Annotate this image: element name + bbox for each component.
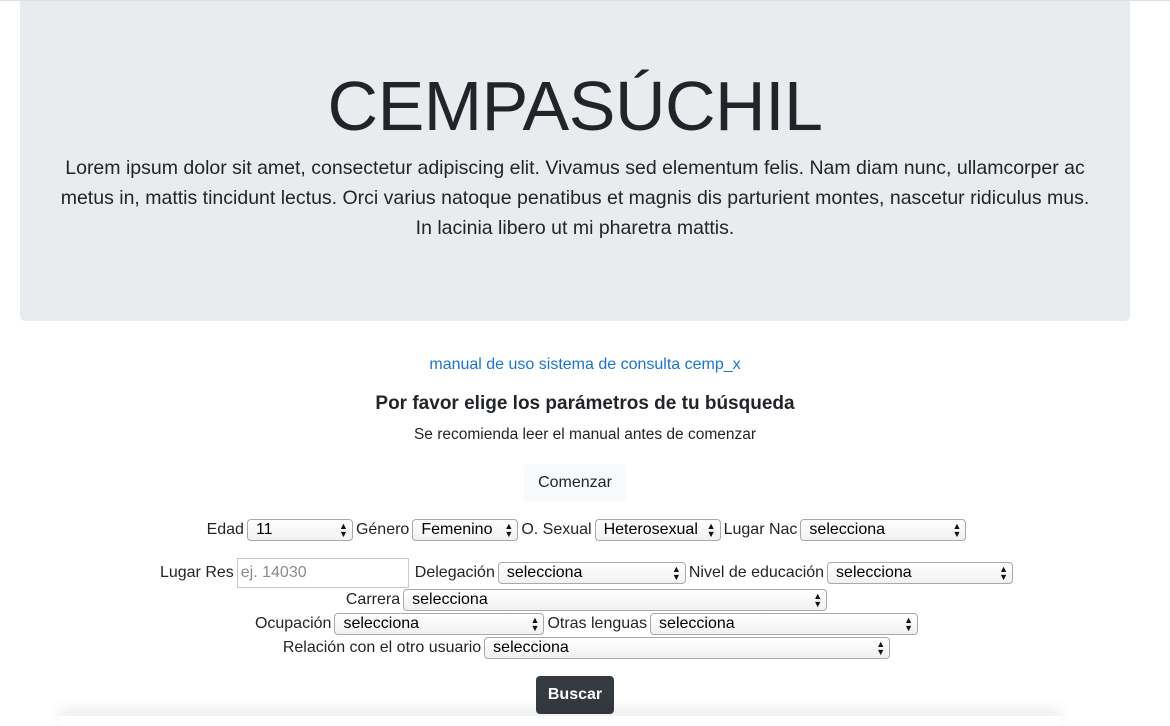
search-params-heading: Por favor elige los parámetros de tu bús… <box>375 393 795 414</box>
edad-label: Edad <box>206 521 244 538</box>
select-arrows-icon: ▲ ▼ <box>706 521 716 539</box>
hero-banner: CEMPASÚCHIL Lorem ipsum dolor sit amet, … <box>20 1 1130 321</box>
delegacion-select[interactable]: selecciona ▲ ▼ <box>497 562 686 584</box>
footer-shadow <box>60 716 1060 726</box>
delegacion-label: Delegación <box>414 564 495 581</box>
carrera-value: selecciona <box>412 591 488 608</box>
page-title: CEMPASÚCHIL <box>327 67 823 145</box>
genero-value: Femenino <box>421 521 493 538</box>
lugar-nac-select[interactable]: selecciona ▲ ▼ <box>800 519 967 541</box>
orientacion-value: Heterosexual <box>603 521 698 538</box>
filter-row-2: Lugar Res Delegación selecciona ▲▼ Nivel… <box>0 558 1170 588</box>
carrera-label: Carrera <box>345 591 401 608</box>
select-arrows-icon: ▲ ▼ <box>530 615 540 633</box>
ocupacion-select[interactable]: selecciona ▲ ▼ <box>334 613 545 635</box>
otras-lenguas-value: selecciona <box>659 615 735 632</box>
ocupacion-value: selecciona <box>343 615 420 632</box>
manual-link[interactable]: manual de uso sistema de consulta cemp_x <box>0 356 1170 374</box>
relacion-label: Relación con el otro usuario <box>282 639 482 656</box>
filter-row-4: Ocupación selecciona ▲ ▼ Otras lenguas se… <box>0 613 1170 635</box>
ocupacion-label: Ocupación <box>254 615 332 632</box>
nivel-educacion-value: selecciona <box>836 564 912 581</box>
orientacion-label: O. Sexual <box>521 521 592 538</box>
otras-lenguas-label: Otras lenguas <box>547 615 648 632</box>
search-button[interactable]: Buscar <box>536 676 614 714</box>
select-arrows-icon: ▲ ▼ <box>999 564 1009 582</box>
select-arrows-icon: ▲ ▼ <box>904 615 914 633</box>
lugar-nac-value: selecciona <box>809 521 886 538</box>
edad-value: 11 <box>255 521 273 538</box>
select-arrows-icon: ▲ ▼ <box>813 591 823 609</box>
nivel-educacion-label: Nivel de educación <box>688 564 825 581</box>
lugar-nac-label: Lugar Nac <box>723 521 798 538</box>
relacion-select[interactable]: selecciona ▲ ▼ <box>484 637 891 659</box>
select-arrows-icon: ▲ ▼ <box>504 521 514 539</box>
delegacion-value: selecciona <box>506 564 583 581</box>
start-button[interactable]: Comenzar <box>524 464 626 502</box>
select-arrows-icon: ▲ ▼ <box>339 521 348 539</box>
orientacion-select[interactable]: Heterosexual ▲ ▼ <box>594 519 721 541</box>
otras-lenguas-select[interactable]: selecciona ▲ ▼ <box>650 613 919 635</box>
filter-row-3: Carrera selecciona ▲ ▼ <box>0 589 1170 611</box>
filter-row-5: Relación con el otro usuario selecciona … <box>0 637 1170 659</box>
lugar-res-input[interactable] <box>236 558 409 588</box>
carrera-select[interactable]: selecciona ▲ ▼ <box>403 589 828 611</box>
nivel-educacion-select[interactable]: selecciona ▲ ▼ <box>827 562 1014 584</box>
edad-select[interactable]: 11 ▲ ▼ <box>246 519 353 541</box>
relacion-value: selecciona <box>493 639 569 656</box>
select-arrows-icon: ▲ ▼ <box>952 521 962 539</box>
select-arrows-icon: ▲ ▼ <box>671 564 681 582</box>
hero-description: Lorem ipsum dolor sit amet, consectetur … <box>60 157 1090 239</box>
filter-row-1: Edad 11 ▲ ▼ Género Femenino ▲ ▼ O. Sexual … <box>0 519 1170 541</box>
lugar-res-label: Lugar Res <box>159 564 234 581</box>
genero-label: Género <box>355 521 410 538</box>
select-arrows-icon: ▲ ▼ <box>876 639 886 657</box>
genero-select[interactable]: Femenino ▲ ▼ <box>412 519 519 541</box>
recommendation-text: Se recomienda leer el manual antes de co… <box>413 426 757 443</box>
